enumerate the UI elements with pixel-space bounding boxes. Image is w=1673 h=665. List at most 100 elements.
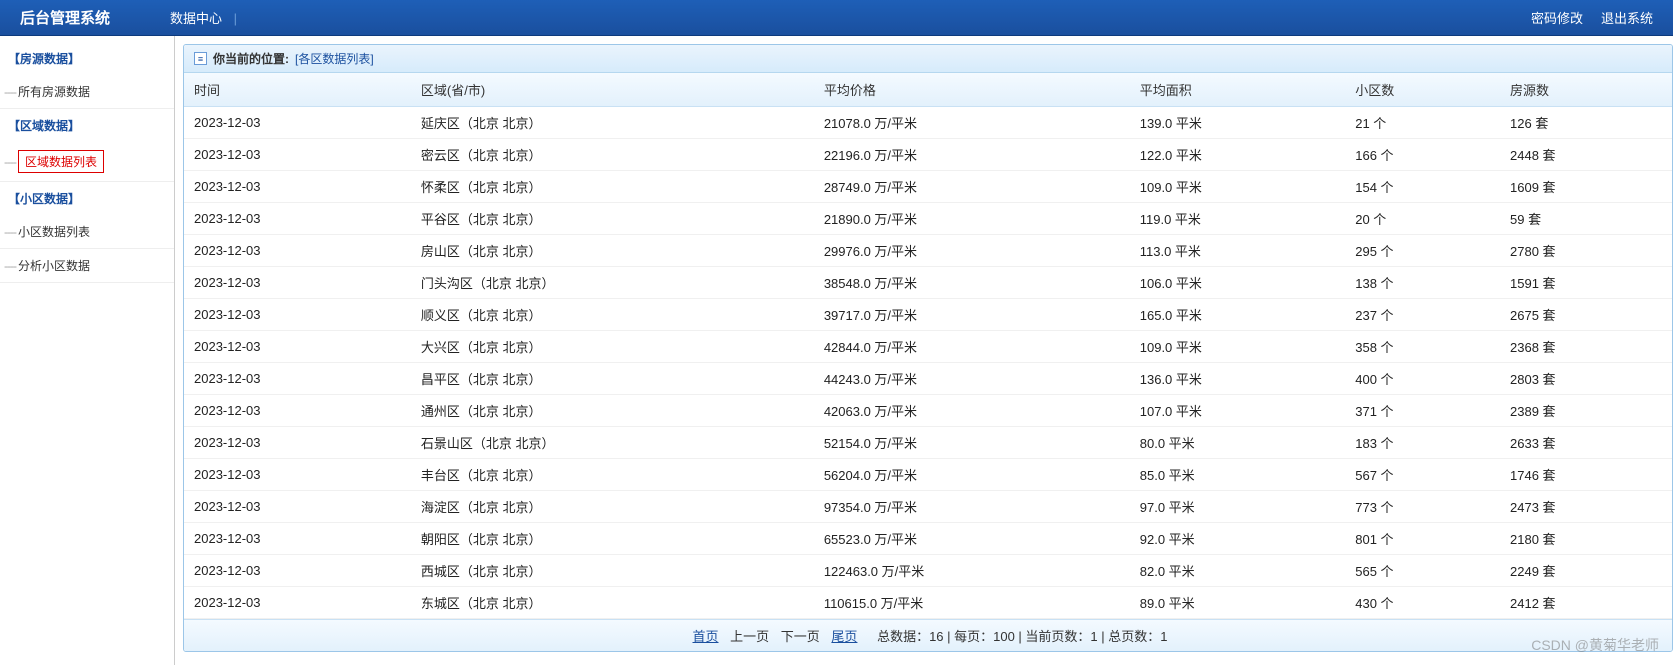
table-cell: 1609 套 xyxy=(1500,171,1672,203)
table-cell: 2023-12-03 xyxy=(184,299,411,331)
table-cell: 2675 套 xyxy=(1500,299,1672,331)
table-cell: 门头沟区（北京 北京） xyxy=(411,267,814,299)
table-header: 平均价格 xyxy=(814,73,1130,107)
table-row: 2023-12-03通州区（北京 北京）42063.0 万/平米107.0 平米… xyxy=(184,395,1672,427)
table-cell: 通州区（北京 北京） xyxy=(411,395,814,427)
table-cell: 2249 套 xyxy=(1500,555,1672,587)
table-cell: 113.0 平米 xyxy=(1130,235,1345,267)
table-cell: 2180 套 xyxy=(1500,523,1672,555)
table-cell: 97354.0 万/平米 xyxy=(814,491,1130,523)
table-cell: 237 个 xyxy=(1345,299,1500,331)
sidebar-group-title: 【小区数据】 xyxy=(0,182,174,215)
table-cell: 122463.0 万/平米 xyxy=(814,555,1130,587)
table-cell: 21 个 xyxy=(1345,107,1500,139)
pager-next[interactable]: 下一页 xyxy=(781,629,820,644)
table-cell: 42063.0 万/平米 xyxy=(814,395,1130,427)
table-cell: 28749.0 万/平米 xyxy=(814,171,1130,203)
table-cell: 2023-12-03 xyxy=(184,395,411,427)
table-cell: 59 套 xyxy=(1500,203,1672,235)
table-cell: 106.0 平米 xyxy=(1130,267,1345,299)
table-cell: 21078.0 万/平米 xyxy=(814,107,1130,139)
sidebar-item[interactable]: ----小区数据列表 xyxy=(0,215,174,249)
table-cell: 136.0 平米 xyxy=(1130,363,1345,395)
table-cell: 延庆区（北京 北京） xyxy=(411,107,814,139)
menu-data-center[interactable]: 数据中心 xyxy=(170,11,222,26)
table-row: 2023-12-03房山区（北京 北京）29976.0 万/平米113.0 平米… xyxy=(184,235,1672,267)
breadcrumb-label: 你当前的位置: xyxy=(213,50,289,67)
pager-last[interactable]: 尾页 xyxy=(831,629,857,644)
table-row: 2023-12-03平谷区（北京 北京）21890.0 万/平米119.0 平米… xyxy=(184,203,1672,235)
table-cell: 801 个 xyxy=(1345,523,1500,555)
dash-icon: ---- xyxy=(4,155,16,169)
table-cell: 89.0 平米 xyxy=(1130,587,1345,619)
table-cell: 2023-12-03 xyxy=(184,523,411,555)
table-cell: 1591 套 xyxy=(1500,267,1672,299)
table-cell: 92.0 平米 xyxy=(1130,523,1345,555)
table-cell: 42844.0 万/平米 xyxy=(814,331,1130,363)
table-cell: 39717.0 万/平米 xyxy=(814,299,1130,331)
pager-prev[interactable]: 上一页 xyxy=(730,629,769,644)
table-row: 2023-12-03怀柔区（北京 北京）28749.0 万/平米109.0 平米… xyxy=(184,171,1672,203)
table-cell: 82.0 平米 xyxy=(1130,555,1345,587)
table-row: 2023-12-03顺义区（北京 北京）39717.0 万/平米165.0 平米… xyxy=(184,299,1672,331)
dash-icon: ---- xyxy=(4,85,16,99)
pager-first[interactable]: 首页 xyxy=(693,629,719,644)
table-cell: 126 套 xyxy=(1500,107,1672,139)
table-cell: 97.0 平米 xyxy=(1130,491,1345,523)
table-row: 2023-12-03东城区（北京 北京）110615.0 万/平米89.0 平米… xyxy=(184,587,1672,619)
table-cell: 44243.0 万/平米 xyxy=(814,363,1130,395)
sidebar-item[interactable]: ----分析小区数据 xyxy=(0,249,174,283)
table-row: 2023-12-03朝阳区（北京 北京）65523.0 万/平米92.0 平米8… xyxy=(184,523,1672,555)
app-title: 后台管理系统 xyxy=(20,7,110,28)
table-header: 小区数 xyxy=(1345,73,1500,107)
table-cell: 154 个 xyxy=(1345,171,1500,203)
table-row: 2023-12-03西城区（北京 北京）122463.0 万/平米82.0 平米… xyxy=(184,555,1672,587)
table-cell: 2803 套 xyxy=(1500,363,1672,395)
table-cell: 2389 套 xyxy=(1500,395,1672,427)
table-cell: 2448 套 xyxy=(1500,139,1672,171)
link-change-password[interactable]: 密码修改 xyxy=(1531,8,1583,27)
table-row: 2023-12-03昌平区（北京 北京）44243.0 万/平米136.0 平米… xyxy=(184,363,1672,395)
table-header: 平均面积 xyxy=(1130,73,1345,107)
table-cell: 56204.0 万/平米 xyxy=(814,459,1130,491)
table-cell: 29976.0 万/平米 xyxy=(814,235,1130,267)
table-cell: 371 个 xyxy=(1345,395,1500,427)
topbar: 后台管理系统 数据中心 | 密码修改 退出系统 xyxy=(0,0,1673,36)
table-cell: 2023-12-03 xyxy=(184,203,411,235)
breadcrumb: ≡ 你当前的位置: [各区数据列表] xyxy=(184,45,1672,73)
table-cell: 65523.0 万/平米 xyxy=(814,523,1130,555)
pager-info: 总数据：16 | 每页：100 | 当前页数：1 | 总页数：1 xyxy=(877,629,1167,644)
sidebar-item-label: 分析小区数据 xyxy=(18,257,90,274)
table-cell: 平谷区（北京 北京） xyxy=(411,203,814,235)
table-cell: 165.0 平米 xyxy=(1130,299,1345,331)
sidebar-item[interactable]: ----区域数据列表 xyxy=(0,142,174,182)
table-cell: 122.0 平米 xyxy=(1130,139,1345,171)
table-cell: 2633 套 xyxy=(1500,427,1672,459)
table-cell: 139.0 平米 xyxy=(1130,107,1345,139)
table-cell: 567 个 xyxy=(1345,459,1500,491)
table-cell: 773 个 xyxy=(1345,491,1500,523)
table-cell: 430 个 xyxy=(1345,587,1500,619)
table-cell: 2023-12-03 xyxy=(184,267,411,299)
table-cell: 80.0 平米 xyxy=(1130,427,1345,459)
link-logout[interactable]: 退出系统 xyxy=(1601,8,1653,27)
sidebar-item-label: 小区数据列表 xyxy=(18,223,90,240)
table-cell: 海淀区（北京 北京） xyxy=(411,491,814,523)
table-cell: 2023-12-03 xyxy=(184,555,411,587)
breadcrumb-path: [各区数据列表] xyxy=(295,50,374,67)
table-cell: 2473 套 xyxy=(1500,491,1672,523)
sidebar-item[interactable]: ----所有房源数据 xyxy=(0,75,174,109)
sidebar-group-title: 【区域数据】 xyxy=(0,109,174,142)
table-cell: 2023-12-03 xyxy=(184,107,411,139)
table-cell: 2023-12-03 xyxy=(184,331,411,363)
table-cell: 565 个 xyxy=(1345,555,1500,587)
table-cell: 85.0 平米 xyxy=(1130,459,1345,491)
table-cell: 2412 套 xyxy=(1500,587,1672,619)
table-cell: 2023-12-03 xyxy=(184,459,411,491)
table-cell: 密云区（北京 北京） xyxy=(411,139,814,171)
topbar-menu: 数据中心 | xyxy=(170,8,245,27)
data-table: 时间区域(省/市)平均价格平均面积小区数房源数 2023-12-03延庆区（北京… xyxy=(184,73,1672,619)
table-cell: 2023-12-03 xyxy=(184,139,411,171)
table-cell: 怀柔区（北京 北京） xyxy=(411,171,814,203)
table-cell: 166 个 xyxy=(1345,139,1500,171)
